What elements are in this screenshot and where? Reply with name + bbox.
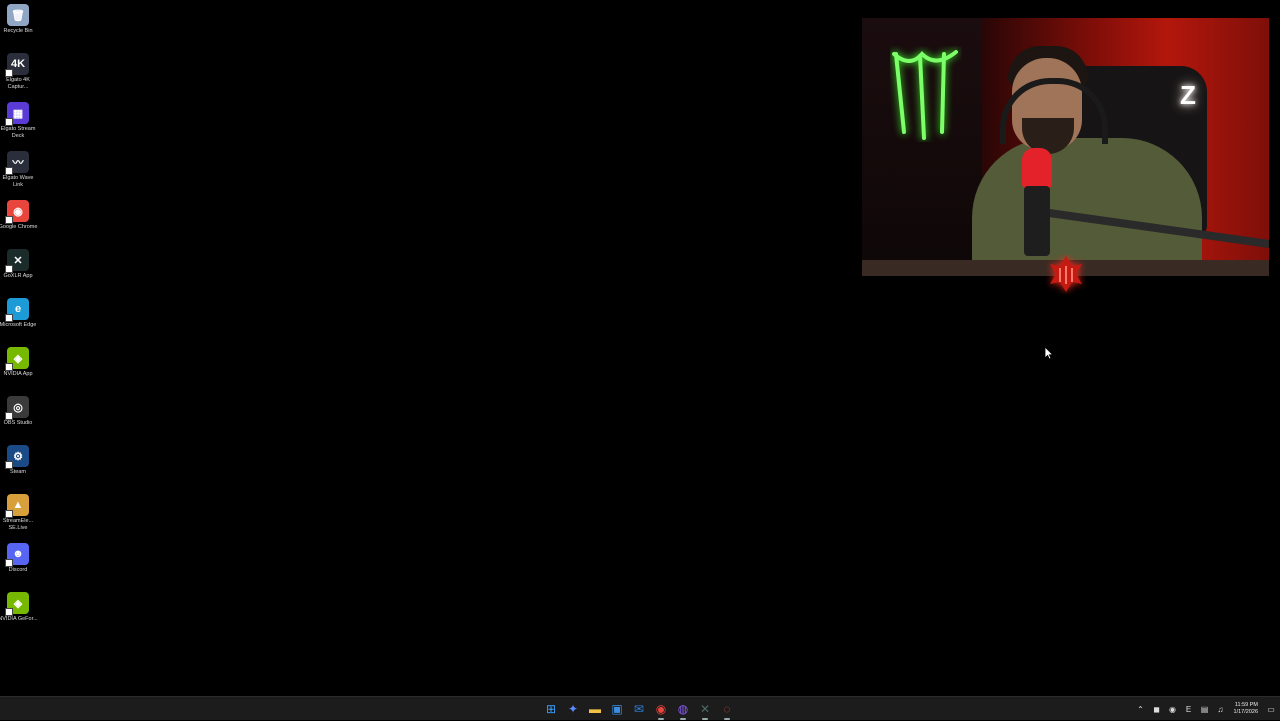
monster-neon-logo-icon [892, 50, 958, 140]
clock-date: 1/17/2026 [1233, 709, 1258, 715]
shortcut-arrow-icon [5, 412, 13, 420]
keyboard-icon[interactable]: E [1184, 704, 1194, 714]
discord-icon: ☻ [5, 543, 29, 567]
wave-link-icon: 〰 [5, 151, 29, 175]
notification-icon[interactable]: ▭ [1266, 704, 1276, 714]
desktop-icon-label: Google Chrome [0, 224, 38, 230]
wifi-icon[interactable]: ▤ [1200, 704, 1210, 714]
mail-icon: ✉ [633, 702, 645, 716]
desktop-icon-label: NVIDIA GeFor... [0, 616, 38, 622]
desktop-icon-label: StreamEle... SE.Live [2, 518, 34, 531]
desktop-icon-label: Elgato Stream Deck [0, 126, 36, 139]
desktop-icon-label: Steam [10, 469, 26, 475]
goxlr-icon: ✕ [5, 249, 29, 273]
goxlr-icon: ✕ [699, 702, 711, 716]
taskbar: ⊞ ✦ ▬ ▣ ✉ ◉ ◍ ✕ ◌ ⌃ ◼ ◉ E ▤ ♫ 11:59 PM 1/17/2026… [0, 696, 1280, 720]
desktop-icon-label: GoXLR App [3, 273, 33, 279]
messenger-taskbar-button[interactable]: ◍ [674, 700, 692, 720]
desktop-icon[interactable]: ⚙ Steam [0, 445, 36, 476]
clock-time: 11:59 PM [1234, 702, 1258, 708]
desktop-icon[interactable]: e Microsoft Edge [0, 298, 36, 329]
mail-button[interactable]: ✉ [630, 700, 648, 718]
obs-icon: ◎ [5, 396, 29, 420]
recycle-bin-icon: 🗑 [7, 4, 29, 26]
network-icon[interactable]: ◼ [1152, 704, 1162, 714]
desktop-icon-label: Discord [8, 567, 28, 573]
shortcut-arrow-icon [5, 314, 13, 322]
desktop-icon[interactable]: 〰 Elgato Wave Link [0, 151, 36, 189]
shortcut-arrow-icon [5, 265, 13, 273]
store-icon: ▣ [611, 702, 623, 716]
edge-icon: e [5, 298, 29, 322]
microphone-body [1024, 186, 1050, 256]
shortcut-arrow-icon [5, 559, 13, 567]
chevron-up-icon[interactable]: ⌃ [1136, 704, 1146, 714]
shortcut-arrow-icon [5, 363, 13, 371]
folder-icon: ▬ [589, 702, 601, 716]
copilot-button[interactable]: ✦ [564, 700, 582, 718]
chrome-icon: ◉ [5, 200, 29, 224]
stream-badge-icon [1050, 256, 1082, 292]
start-button[interactable]: ⊞ [542, 700, 560, 718]
copilot-icon: ✦ [567, 702, 579, 716]
desktop-icon[interactable]: ▲ StreamEle... SE.Live [0, 494, 36, 532]
volume-icon[interactable]: ♫ [1216, 704, 1226, 714]
nvidia-icon: ◈ [5, 347, 29, 371]
messenger-icon: ◍ [677, 702, 689, 716]
system-tray: ⌃ ◼ ◉ E ▤ ♫ 11:59 PM 1/17/2026 ▭ [1136, 697, 1280, 721]
streamelements-taskbar-button[interactable]: ◌ [718, 700, 736, 720]
geforce-icon: ◈ [5, 592, 29, 616]
clock[interactable]: 11:59 PM 1/17/2026 [1234, 702, 1258, 716]
windows-start-icon: ⊞ [545, 702, 557, 716]
desktop-icon-label: NVIDIA App [3, 371, 33, 377]
desktop-icon[interactable]: ☻ Discord [0, 543, 36, 574]
microsoft-store-button[interactable]: ▣ [608, 700, 626, 718]
elgato-4k-icon: 4K [5, 53, 29, 77]
stream-deck-icon: ▦ [5, 102, 29, 126]
shortcut-arrow-icon [5, 167, 13, 175]
microphone-windscreen [1022, 148, 1052, 188]
streamelements-icon: ▲ [5, 494, 29, 518]
file-explorer-button[interactable]: ▬ [586, 700, 604, 718]
desktop-icon[interactable]: ◈ NVIDIA App [0, 347, 36, 378]
shortcut-arrow-icon [5, 608, 13, 616]
desktop-icon-label: Elgato 4K Captur... [6, 77, 30, 90]
desktop-icon[interactable]: ▦ Elgato Stream Deck [0, 102, 36, 140]
shortcut-arrow-icon [5, 461, 13, 469]
chrome-icon: ◉ [655, 702, 667, 716]
mouse-cursor-icon [1044, 346, 1054, 360]
streamer-body [972, 138, 1202, 276]
shortcut-arrow-icon [5, 216, 13, 224]
desktop-icon-label: Recycle Bin [3, 28, 33, 34]
chrome-taskbar-button[interactable]: ◉ [652, 700, 670, 720]
webcam-overlay: Z [862, 18, 1269, 276]
desktop-icon-label: Microsoft Edge [0, 322, 37, 328]
desktop-icon[interactable]: ◎ OBS Studio [0, 396, 36, 427]
shortcut-arrow-icon [5, 118, 13, 126]
neon-sign: Z [1180, 80, 1196, 110]
desktop-icon[interactable]: ◉ Google Chrome [0, 200, 38, 231]
desktop-icon[interactable]: ◈ NVIDIA GeFor... [0, 592, 38, 623]
desktop-icon-label: OBS Studio [3, 420, 33, 426]
steam-icon: ⚙ [5, 445, 29, 469]
streamelements-icon: ◌ [723, 702, 731, 716]
goxlr-taskbar-button[interactable]: ✕ [696, 700, 714, 720]
mic-icon[interactable]: ◉ [1168, 704, 1178, 714]
desktop-icon[interactable]: 4K Elgato 4K Captur... [0, 53, 36, 91]
desktop-icon[interactable]: 🗑 Recycle Bin [0, 4, 36, 35]
shortcut-arrow-icon [5, 69, 13, 77]
desktop-icon-label: Elgato Wave Link [2, 175, 34, 188]
taskbar-apps: ⊞ ✦ ▬ ▣ ✉ ◉ ◍ ✕ ◌ [542, 700, 736, 720]
shortcut-arrow-icon [5, 510, 13, 518]
desktop-icon[interactable]: ✕ GoXLR App [0, 249, 36, 280]
